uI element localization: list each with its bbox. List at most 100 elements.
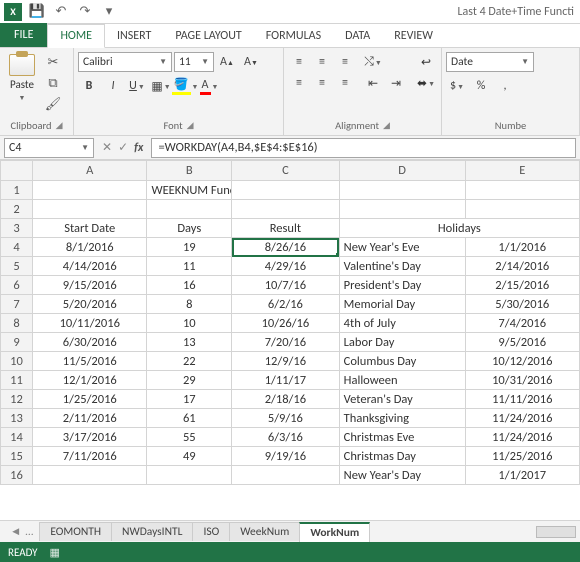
cell[interactable]: New Year's Day [339,466,465,485]
tab-data[interactable]: DATA [333,25,382,47]
cell[interactable]: Veteran's Day [339,390,465,409]
cell[interactable]: 9/15/2016 [33,276,147,295]
bold-button[interactable]: B [78,76,100,96]
cell[interactable]: Labor Day [339,333,465,352]
save-button[interactable]: 💾 [26,2,48,22]
cell[interactable]: 1/1/2017 [465,466,579,485]
cell[interactable]: 19 [147,238,232,257]
italic-button[interactable]: I [102,76,124,96]
row-header[interactable]: 11 [1,371,33,390]
row-header[interactable]: 9 [1,333,33,352]
col-header-c[interactable]: C [232,161,340,181]
cell[interactable]: Halloween [339,371,465,390]
format-painter-button[interactable]: 🖌 [42,94,64,114]
increase-indent-button[interactable]: ⇥ [385,73,407,93]
align-bottom-button[interactable]: ≡ [334,52,356,72]
font-name-combo[interactable]: Calibri▼ [78,52,172,72]
cell[interactable]: 49 [147,447,232,466]
comma-format-button[interactable]: , [494,76,516,96]
sheet-tab-worknum[interactable]: WorkNum [299,522,370,542]
paste-button[interactable]: Paste ▼ [4,52,40,102]
cell[interactable]: 7/20/16 [232,333,340,352]
cell[interactable]: 6/3/16 [232,428,340,447]
percent-format-button[interactable]: % [470,76,492,96]
accept-formula-button[interactable]: ✓ [118,140,128,155]
cell[interactable]: 10/31/2016 [465,371,579,390]
cell[interactable]: 5/9/16 [232,409,340,428]
cell[interactable]: 4/29/16 [232,257,340,276]
cell[interactable]: 13 [147,333,232,352]
cell[interactable]: 11/24/2016 [465,428,579,447]
cell[interactable]: 10/12/2016 [465,352,579,371]
cell[interactable]: 11/25/2016 [465,447,579,466]
wrap-text-button[interactable]: ↩ [413,52,439,72]
cell[interactable] [147,200,232,219]
cell[interactable]: 4th of July [339,314,465,333]
insert-function-button[interactable]: fx [134,141,143,155]
sheet-nav-prev[interactable]: ◄ [10,525,21,539]
cell[interactable] [33,181,147,200]
font-launcher-icon[interactable]: ◢ [187,120,194,131]
row-header[interactable]: 7 [1,295,33,314]
name-box[interactable]: C4▼ [4,138,94,158]
qat-more-button[interactable]: ▾ [98,2,120,22]
redo-button[interactable]: ↷ [74,2,96,22]
clipboard-launcher-icon[interactable]: ◢ [56,120,63,131]
header-cell[interactable]: Holidays [339,219,579,238]
cell[interactable]: 11 [147,257,232,276]
cell[interactable] [33,200,147,219]
tab-home[interactable]: HOME [47,24,105,48]
row-header[interactable]: 15 [1,447,33,466]
cell[interactable]: 12/1/2016 [33,371,147,390]
increase-font-button[interactable]: A▲ [216,52,238,72]
header-cell[interactable]: Start Date [33,219,147,238]
cell[interactable]: 9/5/2016 [465,333,579,352]
alignment-launcher-icon[interactable]: ◢ [383,120,390,131]
underline-button[interactable]: U▼ [126,76,148,96]
cell[interactable] [147,466,232,485]
cell[interactable]: 5/30/2016 [465,295,579,314]
cell[interactable]: President's Day [339,276,465,295]
orientation-button[interactable]: ⤭▼ [362,52,384,72]
row-header[interactable]: 16 [1,466,33,485]
tab-insert[interactable]: INSERT [105,25,163,47]
accounting-format-button[interactable]: $▼ [446,76,468,96]
cell[interactable]: 2/11/2016 [33,409,147,428]
cell[interactable]: 8 [147,295,232,314]
row-header[interactable]: 4 [1,238,33,257]
cell[interactable]: 10/7/16 [232,276,340,295]
tab-page-layout[interactable]: PAGE LAYOUT [163,25,253,47]
col-header-e[interactable]: E [465,161,579,181]
cell[interactable]: 10/11/2016 [33,314,147,333]
border-button[interactable]: ▦▼ [150,76,172,96]
cell[interactable]: 22 [147,352,232,371]
sheet-tab-nwdaysintl[interactable]: NWDaysINTL [111,522,193,541]
cell[interactable]: 7/4/2016 [465,314,579,333]
cell[interactable]: 1/1/2016 [465,238,579,257]
undo-button[interactable]: ↶ [50,2,72,22]
merge-center-button[interactable]: ⬌▼ [413,73,439,93]
cell[interactable]: 11/11/2016 [465,390,579,409]
cell[interactable]: Memorial Day [339,295,465,314]
cell[interactable]: 1/25/2016 [33,390,147,409]
cell[interactable]: 10/26/16 [232,314,340,333]
cut-button[interactable]: ✂ [42,52,64,72]
cell[interactable]: 4/14/2016 [33,257,147,276]
cell[interactable] [339,181,465,200]
sheet-tab-weeknum[interactable]: WeekNum [229,522,300,541]
cell[interactable]: 8/1/2016 [33,238,147,257]
cell[interactable]: 6/2/16 [232,295,340,314]
row-header[interactable]: 12 [1,390,33,409]
sheet-nav-more[interactable]: … [25,525,33,539]
align-right-button[interactable]: ≡ [334,73,356,93]
macro-record-icon[interactable]: ▦ [50,546,60,559]
sheet-tab-eomonth[interactable]: EOMONTH [39,522,112,541]
cell[interactable]: 16 [147,276,232,295]
spreadsheet-grid[interactable]: A B C D E 1WEEKNUM Function 2 3 Start Da… [0,160,580,520]
row-header[interactable]: 2 [1,200,33,219]
number-format-combo[interactable]: Date▼ [446,52,534,72]
cell[interactable]: Thanksgiving [339,409,465,428]
align-top-button[interactable]: ≡ [288,52,310,72]
col-header-b[interactable]: B [147,161,232,181]
header-cell[interactable]: Days [147,219,232,238]
